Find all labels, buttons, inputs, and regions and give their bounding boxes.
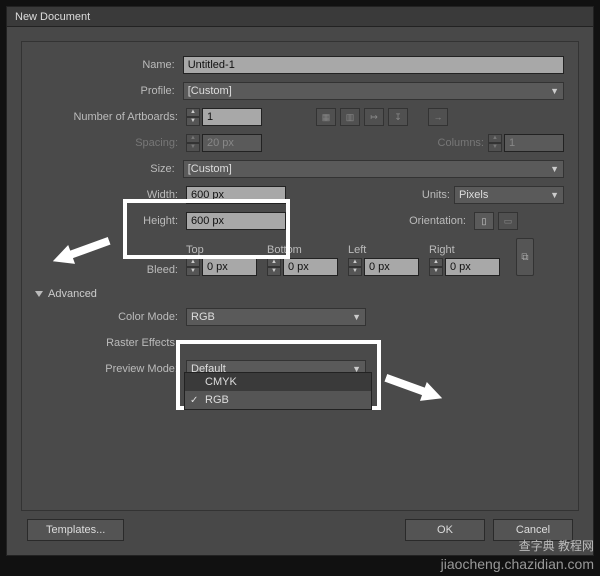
- profile-dropdown[interactable]: [Custom] ▼: [183, 82, 564, 100]
- bleed-right-field[interactable]: [445, 258, 500, 276]
- check-icon: ✓: [190, 395, 198, 406]
- landscape-icon[interactable]: ▭: [498, 212, 518, 230]
- artboards-field[interactable]: [202, 108, 262, 126]
- bleed-left-label: Left: [348, 244, 419, 258]
- menu-item-label: CMYK: [205, 376, 237, 388]
- name-label: Name:: [36, 59, 183, 71]
- spacing-label: Spacing:: [36, 137, 186, 149]
- dialog-panel: Name: Profile: [Custom] ▼ Number of Artb…: [21, 41, 579, 511]
- name-field[interactable]: [183, 56, 564, 74]
- units-value: Pixels: [459, 189, 488, 201]
- bleed-bottom-spinner[interactable]: ▲▼: [267, 258, 281, 276]
- bleed-left-field[interactable]: [364, 258, 419, 276]
- columns-spinner: ▲▼: [488, 134, 502, 152]
- titlebar: New Document: [7, 7, 593, 27]
- bleed-bottom-field[interactable]: [283, 258, 338, 276]
- orientation-label: Orientation:: [390, 215, 470, 227]
- previewmode-label: Preview Mode:: [36, 363, 186, 375]
- arrange-right-icon[interactable]: ↦: [364, 108, 384, 126]
- artboards-label: Number of Artboards:: [36, 111, 186, 123]
- size-value: [Custom]: [188, 163, 232, 175]
- height-field[interactable]: [186, 212, 286, 230]
- columns-label: Columns:: [418, 137, 488, 149]
- bleed-top-label: Top: [186, 244, 257, 258]
- watermark-en: jiaocheng.chazidian.com: [441, 556, 594, 572]
- units-label: Units:: [394, 189, 454, 201]
- advanced-header[interactable]: Advanced: [36, 288, 564, 300]
- colormode-option-cmyk[interactable]: CMYK: [185, 373, 371, 391]
- size-dropdown[interactable]: [Custom] ▼: [183, 160, 564, 178]
- profile-value: [Custom]: [188, 85, 232, 97]
- rastereffects-label: Raster Effects:: [36, 337, 186, 349]
- chevron-down-icon: ▼: [550, 164, 559, 174]
- grid-by-col-icon[interactable]: ▥: [340, 108, 360, 126]
- dialog-title: New Document: [15, 11, 90, 23]
- units-dropdown[interactable]: Pixels ▼: [454, 186, 564, 204]
- disclosure-triangle-icon: [35, 291, 43, 297]
- chevron-down-icon: ▼: [550, 190, 559, 200]
- profile-label: Profile:: [36, 85, 183, 97]
- portrait-icon[interactable]: ▯: [474, 212, 494, 230]
- columns-field: [504, 134, 564, 152]
- width-field[interactable]: [186, 186, 286, 204]
- bleed-top-field[interactable]: [202, 258, 257, 276]
- chevron-down-icon: ▼: [550, 86, 559, 96]
- colormode-dropdown[interactable]: RGB ▼: [186, 308, 366, 326]
- colormode-label: Color Mode:: [36, 311, 186, 323]
- chevron-down-icon: ▼: [352, 312, 361, 322]
- bleed-right-spinner[interactable]: ▲▼: [429, 258, 443, 276]
- size-label: Size:: [36, 163, 183, 175]
- bleed-bottom-label: Bottom: [267, 244, 338, 258]
- advanced-label: Advanced: [48, 288, 97, 300]
- artboards-spinner[interactable]: ▲▼: [186, 108, 200, 126]
- link-bleed-icon[interactable]: ⧉: [516, 238, 534, 276]
- bleed-left-spinner[interactable]: ▲▼: [348, 258, 362, 276]
- arrange-custom-icon[interactable]: →: [428, 108, 448, 126]
- arrange-down-icon[interactable]: ↧: [388, 108, 408, 126]
- colormode-menu: CMYK ✓ RGB: [184, 372, 372, 410]
- bleed-label: Bleed:: [36, 264, 186, 276]
- new-document-dialog: New Document Name: Profile: [Custom] ▼ N…: [6, 6, 594, 556]
- templates-button[interactable]: Templates...: [27, 519, 124, 541]
- width-label: Width:: [36, 189, 186, 201]
- menu-item-label: RGB: [205, 394, 229, 406]
- bleed-right-label: Right: [429, 244, 500, 258]
- bleed-top-spinner[interactable]: ▲▼: [186, 258, 200, 276]
- spacing-spinner: ▲▼: [186, 134, 200, 152]
- colormode-value: RGB: [191, 311, 215, 323]
- watermark-cn: 查字典 教程网: [519, 537, 594, 554]
- ok-button[interactable]: OK: [405, 519, 485, 541]
- spacing-field: [202, 134, 262, 152]
- grid-by-row-icon[interactable]: ▦: [316, 108, 336, 126]
- colormode-option-rgb[interactable]: ✓ RGB: [185, 391, 371, 409]
- height-label: Height:: [36, 215, 186, 227]
